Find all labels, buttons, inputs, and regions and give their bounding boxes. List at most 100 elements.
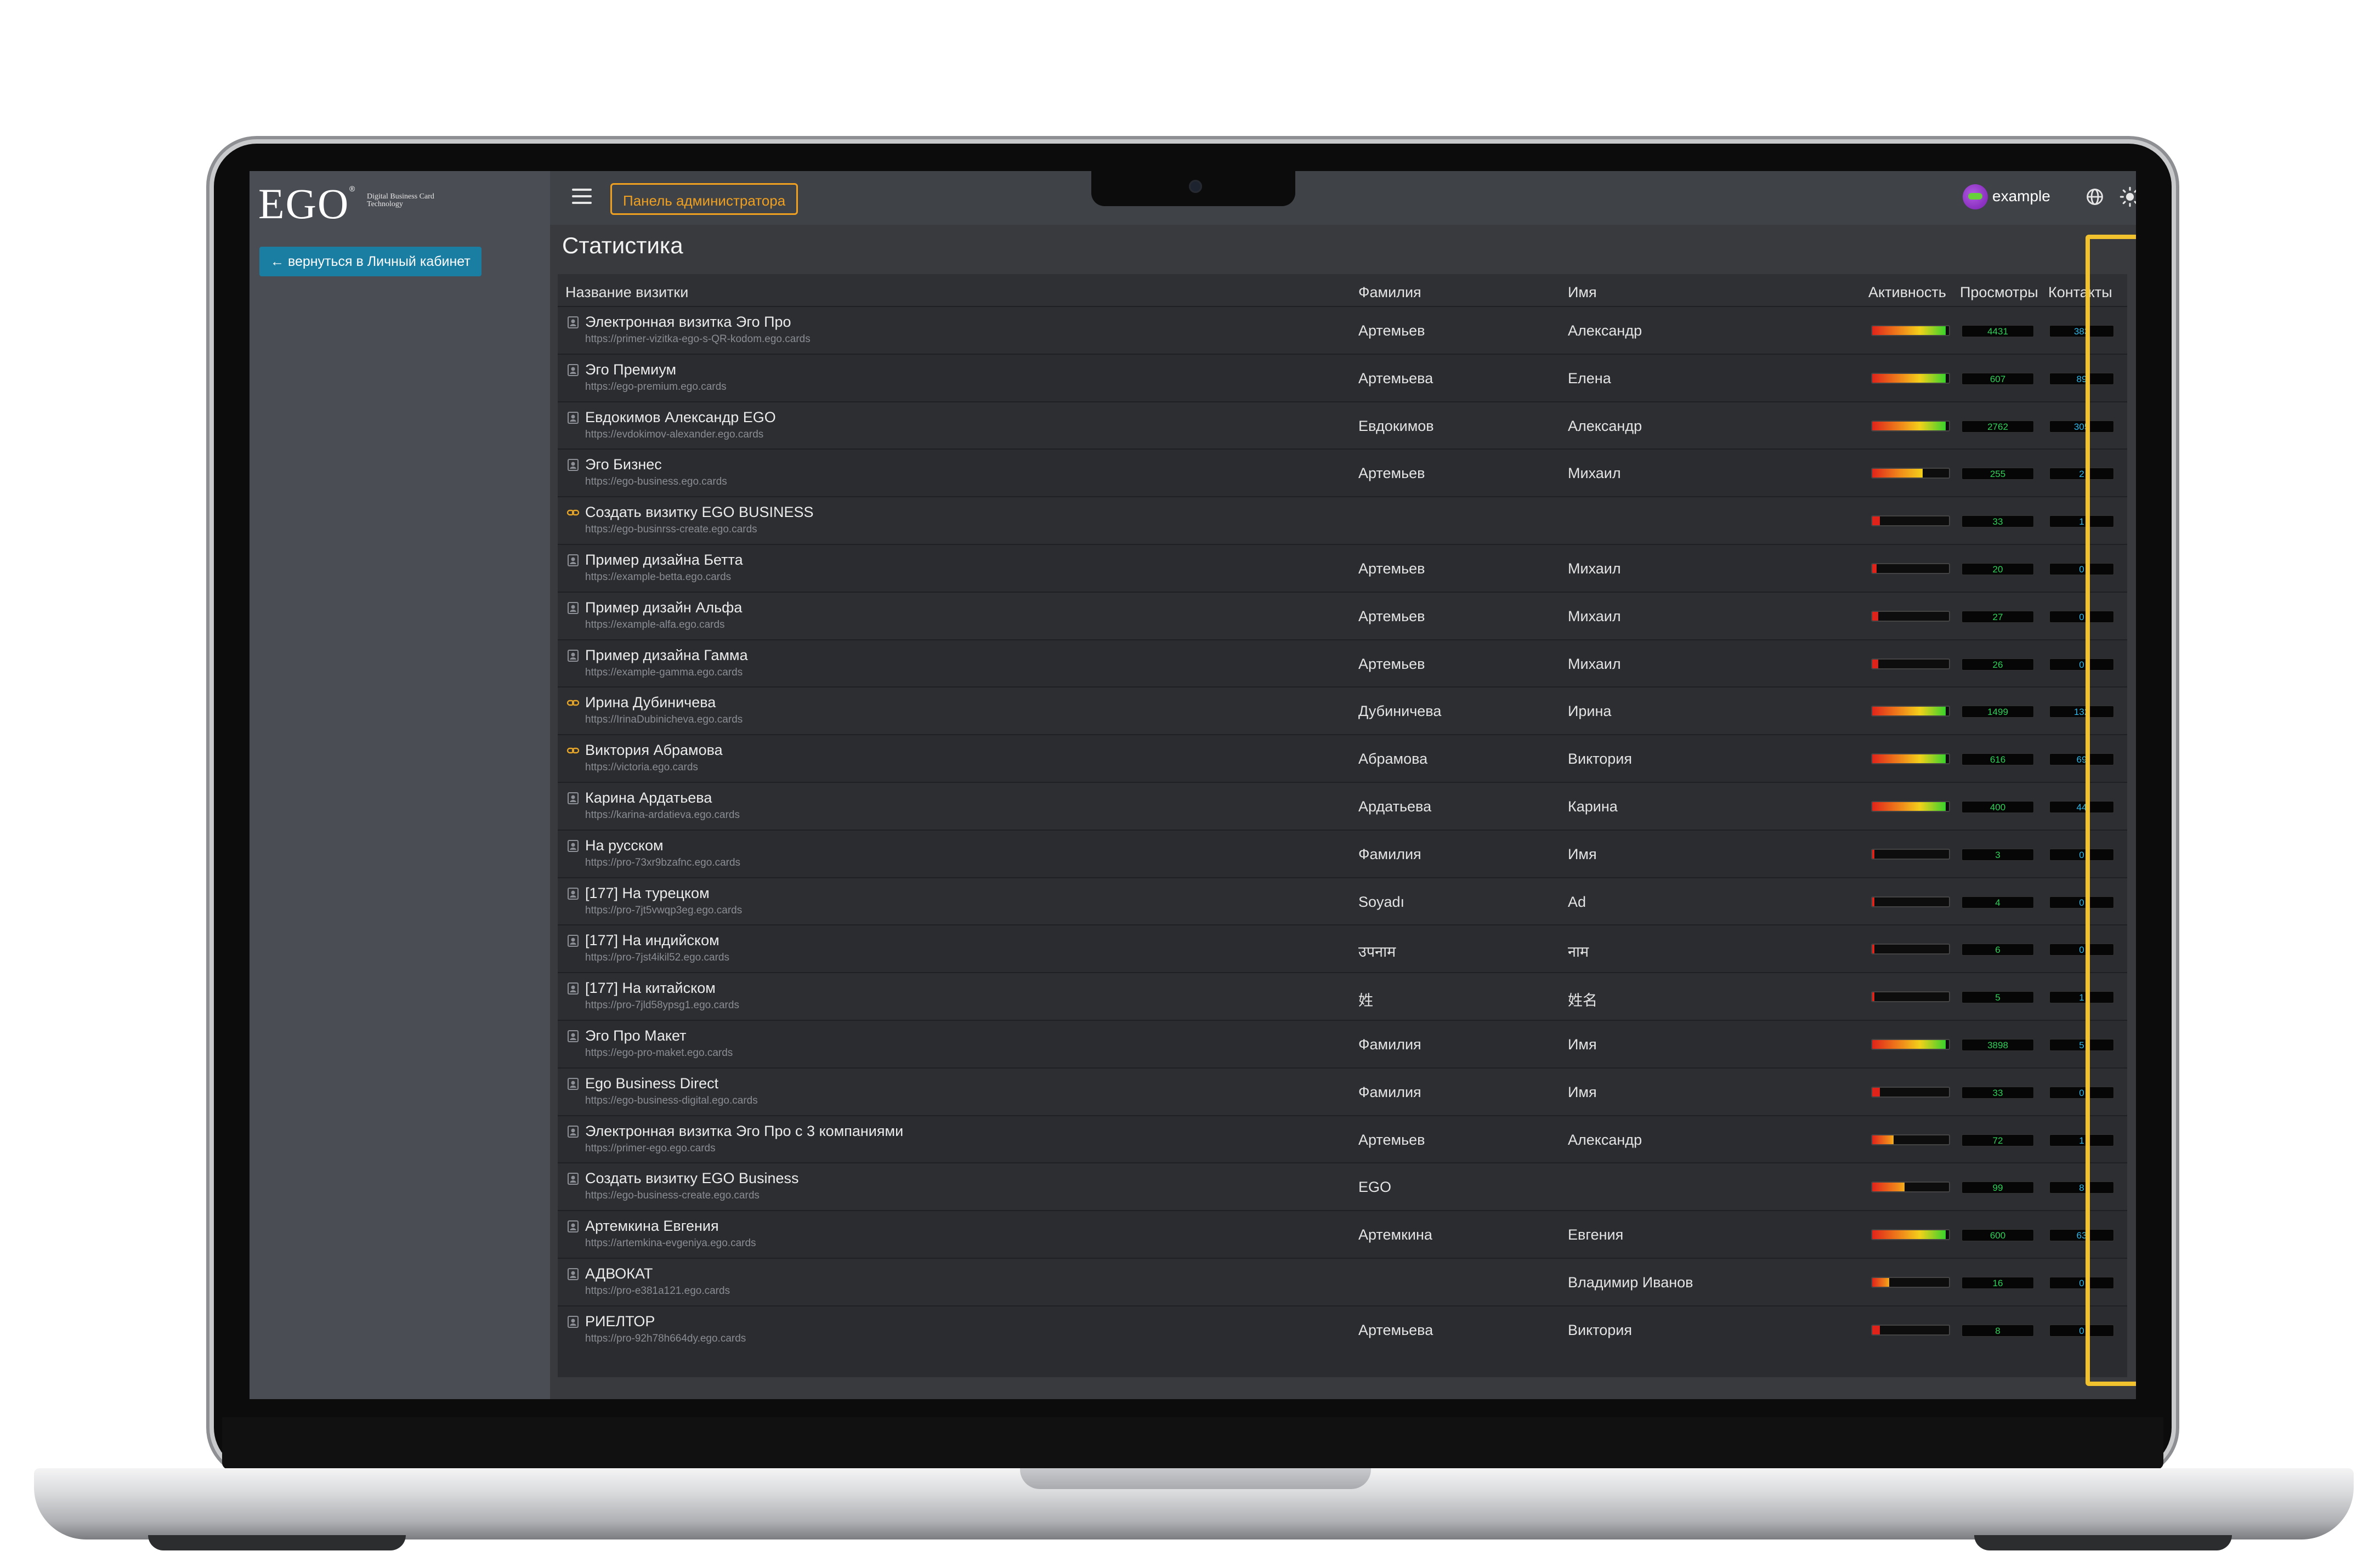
card-name[interactable]: Эго Премиум <box>585 361 676 378</box>
card-url[interactable]: https://ego-business-create.ego.cards <box>585 1190 760 1202</box>
card-name[interactable]: Электронная визитка Эго Про с 3 компания… <box>585 1123 903 1140</box>
card-url[interactable]: https://ego-business.ego.cards <box>585 476 727 488</box>
card-name[interactable]: Артемкина Евгения <box>585 1218 719 1235</box>
card-url[interactable]: https://pro-7jt5vwqp3eg.ego.cards <box>585 905 742 917</box>
activity-bar-fill <box>1872 1278 1889 1287</box>
card-url[interactable]: https://pro-e381a121.ego.cards <box>585 1285 730 1297</box>
card-url[interactable]: https://artemkina-evgeniya.ego.cards <box>585 1237 756 1249</box>
views-count: 27 <box>1962 610 2034 623</box>
card-name[interactable]: Создать визитку EGO BUSINESS <box>585 504 814 521</box>
card-name[interactable]: Эго Про Макет <box>585 1027 687 1044</box>
card-url[interactable]: https://pro-73xr9bzafnc.ego.cards <box>585 857 740 869</box>
card-url[interactable]: https://karina-ardatieva.ego.cards <box>585 809 740 821</box>
card-name[interactable]: АДВОКАТ <box>585 1265 653 1282</box>
theme-sun-icon[interactable] <box>2120 186 2136 207</box>
views-count: 4 <box>1962 896 2034 908</box>
table-row[interactable]: Ирина Дубиничева https://IrinaDubinicheva… <box>558 686 2127 735</box>
card-url[interactable]: https://victoria.ego.cards <box>585 762 698 774</box>
table-row[interactable]: Электронная визитка Эго Про https://prime… <box>558 306 2127 354</box>
sidebar: EGO ® Digital Business Card Technology ←… <box>250 171 550 1399</box>
card-url[interactable]: https://example-betta.ego.cards <box>585 571 731 583</box>
views-count: 2762 <box>1962 420 2034 433</box>
table-row[interactable]: Электронная визитка Эго Про с 3 компания… <box>558 1115 2127 1163</box>
card-url[interactable]: https://ego-pro-maket.ego.cards <box>585 1047 733 1059</box>
table-row[interactable]: Эго Премиум https://ego-premium.ego.cards… <box>558 353 2127 402</box>
logo-wordmark: EGO <box>258 180 350 228</box>
card-name[interactable]: [177] На турецком <box>585 885 710 902</box>
card-name[interactable]: Евдокимов Александр EGO <box>585 409 776 426</box>
card-url[interactable]: https://primer-vizitka-ego-s-QR-kodom.eg… <box>585 333 811 345</box>
card-url[interactable]: https://pro-92h78h664dy.ego.cards <box>585 1333 746 1345</box>
card-url[interactable]: https://example-gamma.ego.cards <box>585 667 743 679</box>
table-row[interactable]: Виктория Абрамова https://victoria.ego.ca… <box>558 734 2127 783</box>
admin-panel-button[interactable]: Панель администратора <box>610 183 798 215</box>
views-count: 99 <box>1962 1181 2034 1194</box>
table-row[interactable]: На русском https://pro-73xr9bzafnc.ego.ca… <box>558 829 2127 878</box>
card-name[interactable]: [177] На индийском <box>585 932 719 949</box>
card-url[interactable]: https://primer-ego.ego.cards <box>585 1143 716 1155</box>
table-row[interactable]: Пример дизайна Гамма https://example-gamm… <box>558 639 2127 688</box>
card-name[interactable]: Электронная визитка Эго Про <box>585 314 791 331</box>
logo-tagline: Digital Business Card Technology <box>367 192 434 208</box>
column-header-first-name[interactable]: Имя <box>1568 284 1597 301</box>
activity-bar <box>1871 1277 1950 1288</box>
card-name[interactable]: Карина Ардатьева <box>585 789 712 806</box>
views-count: 5 <box>1962 991 2034 1004</box>
card-name[interactable]: Виктория Абрамова <box>585 742 723 759</box>
table-row[interactable]: Пример дизайна Бетта https://example-bett… <box>558 544 2127 592</box>
table-row[interactable]: Пример дизайн Альфа https://example-alfa.… <box>558 591 2127 640</box>
globe-icon[interactable] <box>2086 188 2104 206</box>
card-icon <box>566 1315 580 1328</box>
contacts-count: 0 <box>2049 896 2114 908</box>
table-row[interactable]: Создать визитку EGO Business https://ego-… <box>558 1162 2127 1211</box>
first-name-cell: Имя <box>1568 1083 1597 1100</box>
column-header-name[interactable]: Название визитки <box>565 284 688 301</box>
table-row[interactable]: [177] На китайском https://pro-7jld58ypsg… <box>558 972 2127 1021</box>
table-row[interactable]: Ego Business Direct https://ego-business-… <box>558 1067 2127 1116</box>
table-row[interactable]: РИЕЛТОР https://pro-92h78h664dy.ego.cards… <box>558 1305 2127 1354</box>
activity-bar-fill <box>1872 611 1879 621</box>
table-row[interactable]: Создать визитку EGO BUSINESS https://ego-… <box>558 496 2127 545</box>
card-url[interactable]: https://ego-businrss-create.ego.cards <box>585 524 757 536</box>
card-name[interactable]: На русском <box>585 837 664 854</box>
table-row[interactable]: Артемкина Евгения https://artemkina-evgen… <box>558 1210 2127 1259</box>
last-name-cell: Ардатьева <box>1358 798 1432 815</box>
activity-bar-fill <box>1872 659 1879 668</box>
user-avatar[interactable] <box>1963 184 1988 209</box>
column-header-views[interactable]: Просмотры <box>1960 284 2038 301</box>
table-row[interactable]: Эго Про Макет https://ego-pro-maket.ego.c… <box>558 1020 2127 1068</box>
activity-bar-fill <box>1872 945 1875 954</box>
card-url[interactable]: https://IrinaDubinicheva.ego.cards <box>585 714 743 726</box>
card-name[interactable]: РИЕЛТОР <box>585 1313 655 1330</box>
card-name[interactable]: Создать визитку EGO Business <box>585 1170 799 1187</box>
table-row[interactable]: Евдокимов Александр EGO https://evdokimov… <box>558 401 2127 450</box>
column-header-contacts[interactable]: Контакты <box>2048 284 2112 301</box>
card-url[interactable]: https://pro-7jld58ypsg1.ego.cards <box>585 999 739 1012</box>
table-row[interactable]: [177] На индийском https://pro-7jst4ikil5… <box>558 924 2127 973</box>
card-url[interactable]: https://evdokimov-alexander.ego.cards <box>585 429 763 441</box>
card-name[interactable]: Ego Business Direct <box>585 1075 718 1092</box>
card-url[interactable]: https://ego-business-digital.ego.cards <box>585 1095 758 1107</box>
card-name[interactable]: [177] На китайском <box>585 980 716 997</box>
card-url[interactable]: https://pro-7jst4ikil52.ego.cards <box>585 952 729 964</box>
table-row[interactable]: [177] На турецком https://pro-7jt5vwqp3eg… <box>558 877 2127 925</box>
table-row[interactable]: АДВОКАТ https://pro-e381a121.ego.cards Вла… <box>558 1258 2127 1306</box>
card-name[interactable]: Пример дизайна Гамма <box>585 647 748 664</box>
column-header-activity[interactable]: Активность <box>1868 284 1946 301</box>
views-count: 607 <box>1962 372 2034 385</box>
contacts-count: 0 <box>2049 1324 2114 1337</box>
card-name[interactable]: Ирина Дубиничева <box>585 694 716 711</box>
card-name[interactable]: Пример дизайна Бетта <box>585 552 743 569</box>
link-icon <box>566 744 580 757</box>
card-url[interactable]: https://example-alfa.ego.cards <box>585 619 725 631</box>
card-name[interactable]: Эго Бизнес <box>585 456 662 473</box>
table-row[interactable]: Карина Ардатьева https://karina-ardatieva… <box>558 782 2127 830</box>
username[interactable]: example <box>1992 188 2050 205</box>
column-header-last-name[interactable]: Фамилия <box>1358 284 1421 301</box>
card-name[interactable]: Пример дизайн Альфа <box>585 599 742 616</box>
back-to-cabinet-button[interactable]: ← вернуться в Личный кабинет <box>259 247 481 276</box>
table-row[interactable]: Эго Бизнес https://ego-business.ego.cards… <box>558 448 2127 497</box>
hamburger-menu-icon[interactable] <box>572 189 592 204</box>
card-url[interactable]: https://ego-premium.ego.cards <box>585 381 727 393</box>
top-bar: Панель администратора example <box>550 171 2136 225</box>
